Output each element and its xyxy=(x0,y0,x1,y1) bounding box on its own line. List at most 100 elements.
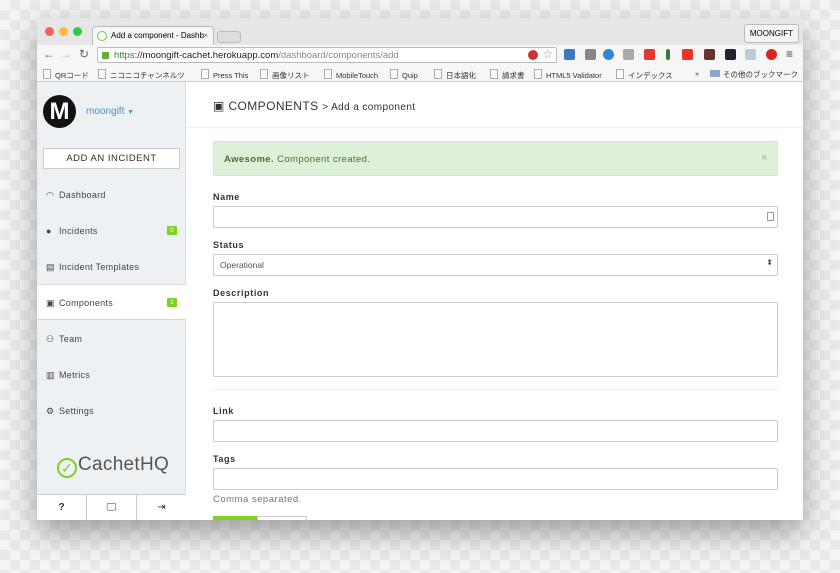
status-label: Status xyxy=(213,240,245,250)
sidebar-item-components[interactable]: ▣ Components 1 xyxy=(37,284,186,320)
profile-button[interactable]: MOONGIFT xyxy=(743,24,799,43)
bookmark[interactable]: インデックス xyxy=(616,69,673,81)
page-content: M moongift ▼ ADD AN INCIDENT ◠ Dashboard … xyxy=(37,82,803,520)
link-label: Link xyxy=(213,406,234,416)
extension-icon[interactable] xyxy=(682,49,693,60)
menu-icon[interactable]: ≡ xyxy=(786,47,793,61)
description-textarea[interactable] xyxy=(213,302,778,377)
select-arrows-icon: ⬍ xyxy=(766,258,773,267)
name-input[interactable] xyxy=(213,206,778,228)
sidebar-item-incident-templates[interactable]: ▤ Incident Templates xyxy=(37,249,186,285)
autofill-icon xyxy=(767,212,774,221)
bookmark[interactable]: HTML5 Validator xyxy=(534,69,602,80)
star-icon[interactable]: ☆ xyxy=(542,47,553,61)
description-label: Description xyxy=(213,288,270,298)
sidebar-item-incidents[interactable]: ● Incidents 0 xyxy=(37,213,186,249)
bookmark[interactable]: 画像リスト xyxy=(260,69,310,81)
avatar[interactable]: M xyxy=(43,95,76,128)
bookmark[interactable]: ニコニコチャンネルツ xyxy=(98,69,185,81)
components-count-badge: 1 xyxy=(167,298,177,307)
success-alert: Awesome. Component created. × xyxy=(213,141,778,176)
sidebar-footer: ? 🖵 ⇥ xyxy=(37,494,186,520)
extension-icon[interactable] xyxy=(704,49,715,60)
alert-icon: ● xyxy=(46,226,52,236)
logout-button[interactable]: ⇥ xyxy=(137,495,186,520)
sidebar-item-label: Team xyxy=(59,334,83,344)
tags-input[interactable] xyxy=(213,468,778,490)
components-icon: ▣ xyxy=(213,99,225,113)
forward-icon[interactable]: → xyxy=(60,47,72,61)
page-title[interactable]: COMPONENTS xyxy=(228,99,318,113)
sidebar-item-label: Components xyxy=(59,298,114,308)
sidebar: M moongift ▼ ADD AN INCIDENT ◠ Dashboard … xyxy=(37,82,186,520)
cachethq-logo[interactable]: ✓ CachetHQ xyxy=(57,454,169,478)
close-window-button[interactable] xyxy=(45,27,54,36)
new-tab-button[interactable] xyxy=(217,31,241,43)
eyedropper-icon[interactable] xyxy=(666,49,670,60)
title-bar: Add a component - Dashb × MOONGIFT xyxy=(37,18,803,45)
bookmark[interactable]: QRコード xyxy=(43,69,89,81)
logo-text: CachetHQ xyxy=(78,454,170,475)
extension-icon[interactable] xyxy=(644,49,655,60)
browser-tab[interactable]: Add a component - Dashb × xyxy=(92,26,214,45)
other-bookmarks[interactable]: その他のブックマーク xyxy=(710,69,798,80)
browser-window: Add a component - Dashb × MOONGIFT ← → ↻ … xyxy=(37,18,803,520)
dashboard-icon: ◠ xyxy=(46,190,55,200)
sidebar-item-metrics[interactable]: ▥ Metrics xyxy=(37,357,186,393)
bookmark[interactable]: MobileTouch xyxy=(324,69,378,80)
url-scheme: https xyxy=(114,50,135,61)
status-page-button[interactable]: 🖵 xyxy=(87,495,137,520)
username: moongift xyxy=(86,106,125,117)
page-header: ▣ COMPONENTS > Add a component xyxy=(187,82,803,128)
cancel-button[interactable] xyxy=(257,516,307,520)
url-path: /dashboard/components/add xyxy=(278,50,399,61)
link-input[interactable] xyxy=(213,420,778,442)
sidebar-item-settings[interactable]: ⚙ Settings xyxy=(37,393,186,429)
extension-icon[interactable] xyxy=(585,49,596,60)
divider xyxy=(213,389,778,390)
close-icon[interactable]: × xyxy=(761,152,768,164)
sidebar-item-team[interactable]: ⚇ Team xyxy=(37,321,186,357)
sidebar-item-label: Dashboard xyxy=(59,190,106,200)
hatena-extension-icon[interactable] xyxy=(564,49,575,60)
user-menu[interactable]: moongift ▼ xyxy=(86,106,134,117)
sidebar-item-dashboard[interactable]: ◠ Dashboard xyxy=(37,177,186,213)
sidebar-item-label: Metrics xyxy=(59,370,91,380)
bar-chart-icon: ▥ xyxy=(46,370,55,380)
zh-extension-icon[interactable] xyxy=(725,49,736,60)
address-bar[interactable]: https://moongift-cachet.herokuapp.com/da… xyxy=(97,47,557,63)
add-incident-button[interactable]: ADD AN INCIDENT xyxy=(43,148,180,169)
extension-icon[interactable] xyxy=(603,49,614,60)
other-bookmarks-label: その他のブックマーク xyxy=(723,70,798,79)
sidebar-item-label: Settings xyxy=(59,406,94,416)
minimize-window-button[interactable] xyxy=(59,27,68,36)
url-host: ://moongift-cachet.herokuapp.com xyxy=(134,50,279,61)
blocked-icon[interactable] xyxy=(528,50,538,60)
more-bookmarks-button[interactable]: » xyxy=(695,69,699,78)
back-icon[interactable]: ← xyxy=(43,47,55,61)
bookmark[interactable]: 日本語化 xyxy=(434,69,476,81)
bookmark[interactable]: Press This xyxy=(201,69,248,80)
lock-icon xyxy=(102,52,109,59)
bookmark[interactable]: Quip xyxy=(390,69,418,80)
folder-icon xyxy=(710,70,720,77)
incidents-count-badge: 0 xyxy=(167,226,177,235)
breadcrumb: > Add a component xyxy=(322,102,416,113)
cachet-favicon-icon xyxy=(97,31,107,41)
team-icon: ⚇ xyxy=(46,334,55,344)
status-select[interactable]: Operational ⬍ xyxy=(213,254,778,276)
tags-help-text: Comma separated. xyxy=(213,494,302,505)
bookmark[interactable]: 請求書 xyxy=(490,69,525,81)
tab-title: Add a component - Dashb xyxy=(111,31,204,40)
name-label: Name xyxy=(213,192,240,202)
help-button[interactable]: ? xyxy=(37,495,87,520)
document-icon: ▤ xyxy=(46,262,55,272)
extension-icon[interactable] xyxy=(623,49,634,60)
tab-close-icon[interactable]: × xyxy=(203,31,208,40)
extension-icon[interactable] xyxy=(745,49,756,60)
save-button[interactable] xyxy=(213,516,257,520)
main-panel: ▣ COMPONENTS > Add a component Awesome. … xyxy=(187,82,803,520)
reload-icon[interactable]: ↻ xyxy=(79,47,89,61)
maximize-window-button[interactable] xyxy=(73,27,82,36)
adblock-icon[interactable] xyxy=(766,49,777,60)
